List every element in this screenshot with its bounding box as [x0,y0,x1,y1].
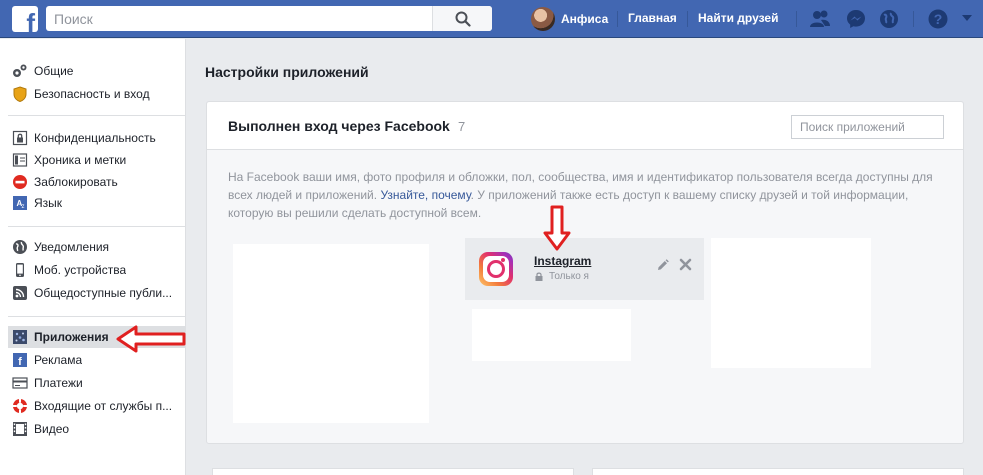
sidebar-item-timeline[interactable]: Хроника и метки [8,149,186,171]
app-count-badge: 7 [458,119,466,134]
sidebar-item-label: Платежи [34,376,83,390]
sidebar-item-payments[interactable]: Платежи [8,372,186,394]
logged-in-apps-panel: Выполнен вход через Facebook 7 На Facebo… [206,101,964,444]
avatar [531,7,555,31]
svg-text:f: f [18,356,22,368]
app-tile-placeholder[interactable] [711,238,871,368]
friend-requests-icon[interactable] [809,8,831,30]
lock-icon [12,130,28,146]
app-card-instagram[interactable]: Instagram Только я [465,238,704,300]
facebook-logo-icon[interactable]: f [12,6,38,32]
sidebar-item-language[interactable]: Az Язык [8,192,186,214]
nav-divider [796,11,797,27]
rss-icon [12,285,28,301]
sidebar-item-mobile[interactable]: Моб. устройства [8,259,186,281]
sidebar-item-notifications[interactable]: Уведомления [8,236,186,258]
apps-icon [12,329,28,345]
sidebar-item-label: Уведомления [34,240,110,254]
info-text: На Facebook ваши имя, фото профиля и обл… [228,168,948,222]
app-privacy-setting: Только я [535,271,589,282]
nav-divider [913,11,914,27]
app-search-input[interactable] [791,115,944,139]
svg-text:z: z [22,204,25,210]
learn-why-link[interactable]: Узнайте, почему [380,188,470,202]
sidebar-item-general[interactable]: Общие [8,60,186,82]
svg-text:?: ? [934,11,943,27]
profile-name: Анфиса [561,12,609,26]
language-icon: Az [12,195,28,211]
nav-divider [617,11,618,27]
mobile-icon [12,262,28,278]
search-input[interactable] [46,6,446,31]
ads-icon: f [12,352,28,368]
sidebar-item-label: Безопасность и вход [34,87,150,101]
sidebar-divider [8,226,186,227]
annotation-down-arrow-icon [543,205,571,251]
sidebar-item-label: Входящие от службы п... [34,399,173,413]
search-box [46,6,492,31]
sidebar-item-label: Хроника и метки [34,153,127,167]
panel-title: Выполнен вход через Facebook [228,118,450,134]
sidebar-item-security[interactable]: Безопасность и вход [8,83,186,105]
sidebar-item-label: Общие [34,64,74,78]
top-navigation-bar: f Анфиса Главная Найти друзей ? [0,0,983,38]
account-menu-caret-icon[interactable] [962,15,972,21]
sidebar-item-support-inbox[interactable]: Входящие от службы п... [8,395,186,417]
shield-icon [12,86,28,102]
instagram-logo-icon [479,252,513,286]
sidebar-item-label: Видео [34,422,70,436]
pencil-icon[interactable] [656,259,669,272]
payments-icon [12,375,28,391]
sidebar-item-label: Общедоступные публи... [34,286,173,300]
globe-icon [12,239,28,255]
page-title: Настройки приложений [205,64,369,80]
lock-icon [535,272,543,281]
sidebar-item-label: Моб. устройства [34,263,127,277]
sidebar-divider [8,115,186,116]
close-icon[interactable] [679,258,692,271]
sidebar-item-label: Заблокировать [34,175,118,189]
sidebar-divider [8,316,186,317]
sidebar-item-label: Реклама [34,353,83,367]
app-privacy-label: Только я [549,271,589,282]
app-tile-placeholder[interactable] [472,309,631,361]
settings-sidebar: Общие Безопасность и вход Конфиденциальн… [0,39,186,475]
profile-link[interactable]: Анфиса [531,6,608,32]
next-panel-edge [592,468,964,475]
panel-header: Выполнен вход через Facebook 7 [207,102,963,150]
help-icon[interactable]: ? [927,8,949,30]
block-icon [12,174,28,190]
search-button[interactable] [432,6,492,31]
app-tile-placeholder[interactable] [233,244,429,423]
sidebar-item-label: Приложения [34,330,109,344]
sidebar-item-label: Конфиденциальность [34,131,156,145]
sidebar-item-blocking[interactable]: Заблокировать [8,171,186,193]
nav-divider [687,11,688,27]
timeline-icon [12,152,28,168]
app-name-link[interactable]: Instagram [534,254,591,268]
next-panel-edge [212,468,574,475]
home-link[interactable]: Главная [628,11,677,25]
sidebar-item-public-posts[interactable]: Общедоступные публи... [8,282,186,304]
sidebar-item-privacy[interactable]: Конфиденциальность [8,127,186,149]
find-friends-link[interactable]: Найти друзей [698,11,778,25]
support-icon [12,398,28,414]
search-icon [455,11,471,27]
sidebar-item-videos[interactable]: Видео [8,418,186,440]
sidebar-item-label: Язык [34,196,63,210]
messenger-icon[interactable] [845,8,867,30]
gears-icon [12,63,28,79]
notifications-globe-icon[interactable] [878,8,900,30]
annotation-left-arrow-icon [116,325,186,353]
video-icon [12,421,28,437]
